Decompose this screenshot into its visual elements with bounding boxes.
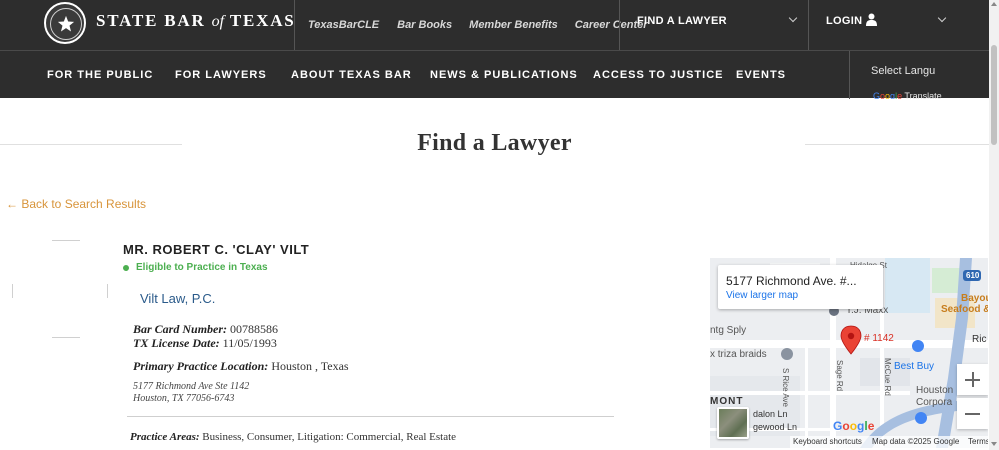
map-label-richmond: Ric <box>972 334 987 345</box>
eligibility-status-text: Eligible to Practice in Texas <box>136 262 268 273</box>
select-language-label: Select Language <box>871 65 935 77</box>
site-logo-text[interactable]: STATE BAR of TEXAS <box>96 11 296 31</box>
map-zoom-in-button[interactable] <box>957 364 988 395</box>
find-a-lawyer-dropdown[interactable]: FIND A LAWYER <box>619 0 809 50</box>
map-label-corpora: Corpora <box>916 397 953 408</box>
star-icon <box>57 15 75 32</box>
lawyer-name: MR. ROBERT C. 'CLAY' VILT <box>123 242 310 257</box>
map-address: 5177 Richmond Ave. #... <box>726 274 857 288</box>
nav-item-for-the-public[interactable]: FOR THE PUBLIC <box>47 69 153 81</box>
map-terms-link[interactable]: Terms <box>968 437 988 446</box>
map-label-mont: MONT <box>710 396 744 407</box>
google-logo: Google <box>833 419 875 433</box>
logo-text-texas: TEXAS <box>229 11 296 30</box>
login-label: LOGIN <box>826 15 863 27</box>
user-icon <box>866 13 877 26</box>
chevron-down-icon <box>788 13 798 23</box>
view-larger-map-link[interactable]: View larger map <box>726 290 798 301</box>
utility-links: TexasBarCLE Bar Books Member Benefits Ca… <box>294 0 648 50</box>
profile-divider <box>127 416 614 417</box>
map-data-attribution: Map data ©2025 Google <box>872 437 960 446</box>
license-date-label: TX License Date: <box>133 336 220 350</box>
logo-text-state-bar: STATE BAR <box>96 11 206 30</box>
practice-location-label: Primary Practice Location: <box>133 359 269 373</box>
bar-card-label: Bar Card Number: <box>133 322 228 336</box>
address-line-1: 5177 Richmond Ave Ste 1142 <box>133 381 250 392</box>
address-line-2: Houston, TX 77056-6743 <box>133 393 235 404</box>
practice-areas-label: Practice Areas: <box>130 431 200 443</box>
find-a-lawyer-label: FIND A LAWYER <box>637 15 727 27</box>
tx-license-date: TX License Date: 11/05/1993 <box>133 336 277 351</box>
util-link-texasbarcle[interactable]: TexasBarCLE <box>308 19 379 31</box>
map-label-seafood: Seafood & <box>941 304 988 315</box>
back-to-search-results-link[interactable]: ← Back to Search Results <box>6 197 146 211</box>
scroll-down-arrow-icon[interactable] <box>991 442 997 446</box>
scrollbar-thumb[interactable] <box>991 45 997 145</box>
nav-item-news-publications[interactable]: NEWS & PUBLICATIONS <box>430 69 578 81</box>
map-label-houston: Houston <box>916 385 954 396</box>
location-map[interactable]: Hidalgo St T.J. Maxx Bayou Seafood & Ric… <box>710 258 988 448</box>
practice-location-value: Houston , Texas <box>271 359 349 373</box>
login-dropdown[interactable]: LOGIN <box>810 0 989 50</box>
map-label-mccue-rd: McCue Rd <box>883 358 892 396</box>
map-footer: Keyboard shortcuts Map data ©2025 Google… <box>790 436 988 448</box>
google-translate-badge[interactable]: Google Translate <box>873 91 942 99</box>
map-label-best-buy: Best Buy <box>894 361 935 372</box>
scroll-up-arrow-icon[interactable] <box>991 2 997 6</box>
map-satellite-toggle[interactable] <box>717 407 749 439</box>
map-zoom-out-button[interactable] <box>957 398 988 429</box>
translate-label: Translate <box>904 91 942 99</box>
map-pin-label: # 1142 <box>864 333 894 344</box>
map-label-triza-braids: x triza braids <box>710 349 767 360</box>
status-dot-icon <box>123 264 129 271</box>
firm-name-link[interactable]: Vilt Law, P.C. <box>140 291 215 306</box>
chevron-down-icon <box>937 13 947 23</box>
util-link-member-benefits[interactable]: Member Benefits <box>469 19 558 31</box>
state-bar-seal-icon[interactable] <box>44 2 86 44</box>
eligibility-status: Eligible to Practice in Texas <box>123 262 268 273</box>
nav-item-for-lawyers[interactable]: FOR LAWYERS <box>175 69 267 81</box>
util-link-bar-books[interactable]: Bar Books <box>397 19 452 31</box>
page-scrollbar[interactable] <box>989 0 999 450</box>
primary-practice-location: Primary Practice Location: Houston , Tex… <box>133 359 349 374</box>
nav-item-events[interactable]: EVENTS <box>736 69 786 81</box>
practice-areas-value: Business, Consumer, Litigation: Commerci… <box>202 431 457 443</box>
language-selector[interactable]: Select Language Google Translate <box>849 51 989 99</box>
logo-text-of: of <box>211 13 225 30</box>
map-label-dalon-ln: dalon Ln <box>753 409 788 419</box>
practice-areas: Practice Areas: Business, Consumer, Liti… <box>130 431 456 443</box>
nav-item-about-texas-bar[interactable]: ABOUT TEXAS BAR <box>291 69 412 81</box>
map-label-sage-rd: Sage Rd <box>835 360 844 392</box>
keyboard-shortcuts-link[interactable]: Keyboard shortcuts <box>793 437 862 446</box>
nav-item-access-to-justice[interactable]: ACCESS TO JUSTICE <box>593 69 724 81</box>
page-title: Find a Lawyer <box>417 130 572 156</box>
minus-icon <box>965 413 980 415</box>
top-bar: STATE BAR of TEXAS TexasBarCLE Bar Books… <box>0 0 989 50</box>
map-label-rice-ave: S Rice Ave <box>781 368 790 407</box>
map-label-tg-sply: ntg Sply <box>710 325 747 336</box>
lawyer-photo-placeholder <box>12 240 108 338</box>
map-label-gewood-ln: gewood Ln <box>753 422 798 432</box>
main-navigation: FOR THE PUBLIC FOR LAWYERS ABOUT TEXAS B… <box>0 50 989 99</box>
map-label-bayou: Bayou <box>961 293 988 304</box>
map-info-card: 5177 Richmond Ave. #... View larger map <box>718 265 883 309</box>
bar-card-value: 00788586 <box>230 322 279 336</box>
highway-610-shield: 610 <box>966 271 980 280</box>
bar-card-number: Bar Card Number: 00788586 <box>133 322 278 337</box>
license-date-value: 11/05/1993 <box>222 336 277 350</box>
